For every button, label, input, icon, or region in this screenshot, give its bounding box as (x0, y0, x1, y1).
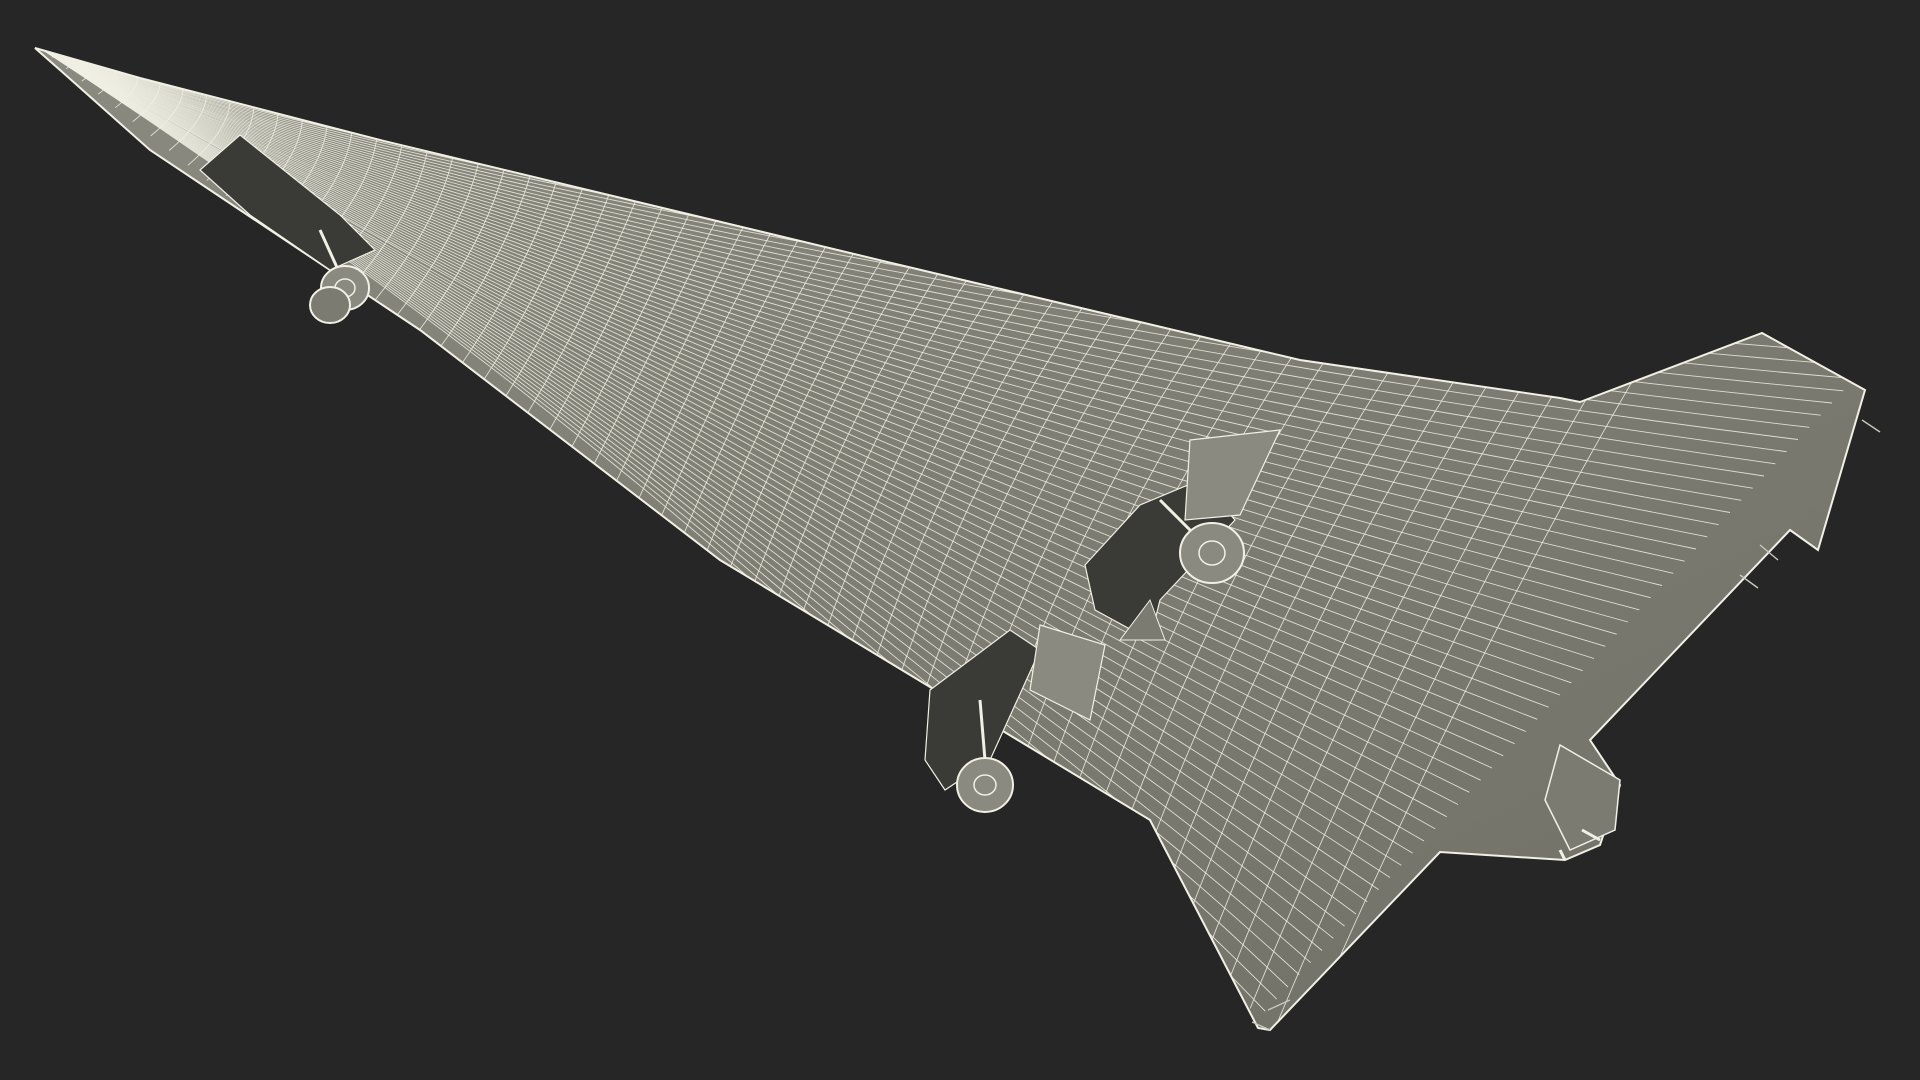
right-wheel-icon (1179, 522, 1245, 584)
wireframe-spaceplane-render (34, 47, 1881, 1032)
render-viewport (0, 0, 1920, 1080)
left-wheel-icon (956, 757, 1014, 813)
